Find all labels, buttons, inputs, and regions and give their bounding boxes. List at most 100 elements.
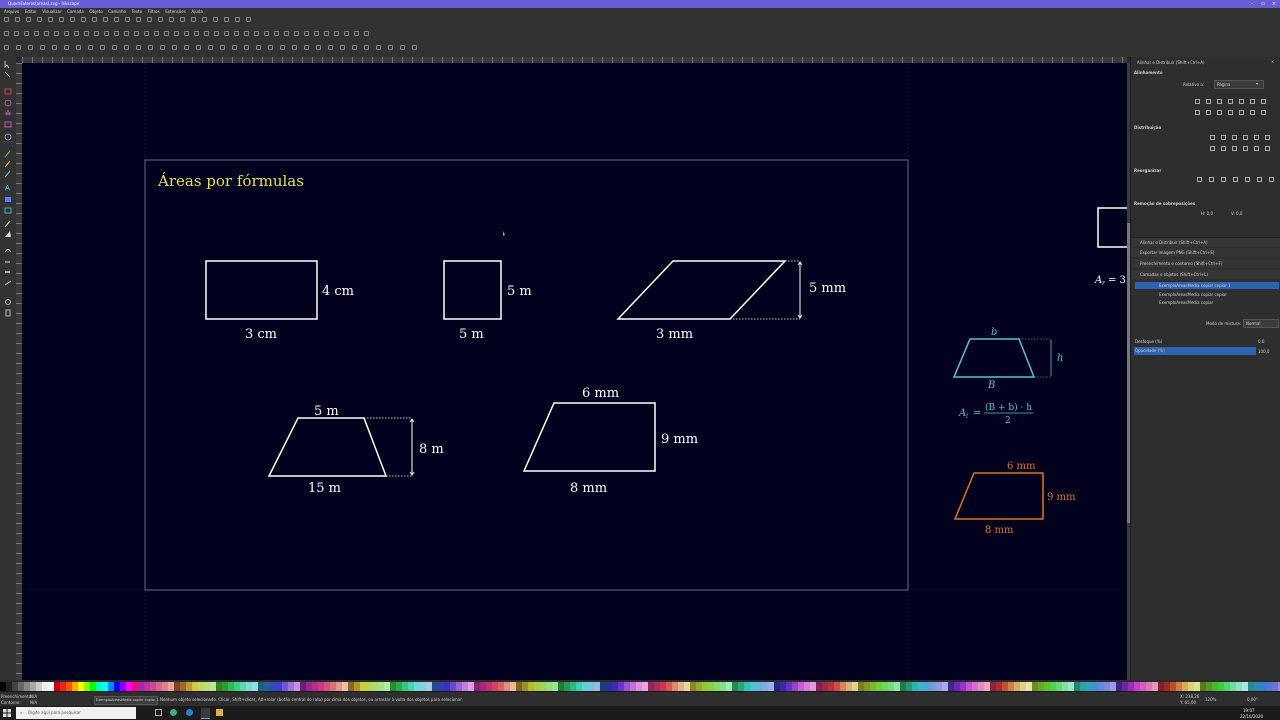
rtrap-bottom-label[interactable]: 8 mm	[570, 481, 607, 496]
align-option-icon[interactable]	[1265, 135, 1270, 140]
layer-row-selected[interactable]: ExemploAreasMedia copiar copiar 1	[1135, 282, 1279, 289]
toolbar-button-icon[interactable]	[316, 45, 321, 50]
palette-swatch[interactable]	[606, 682, 612, 691]
palette-swatch[interactable]	[528, 682, 534, 691]
palette-swatch[interactable]	[672, 682, 678, 691]
toolbar-button-icon[interactable]	[214, 31, 219, 36]
palette-swatch[interactable]	[288, 682, 294, 691]
palette-swatch[interactable]	[114, 682, 120, 691]
palette-swatch[interactable]	[636, 682, 642, 691]
palette-swatch[interactable]	[438, 682, 444, 691]
toolbar-button-icon[interactable]	[74, 31, 79, 36]
palette-swatch[interactable]	[126, 682, 132, 691]
palette-swatch[interactable]	[294, 682, 300, 691]
toolbar-button-icon[interactable]	[15, 17, 20, 22]
palette-swatch[interactable]	[828, 682, 834, 691]
toolbar-button-icon[interactable]	[4, 17, 9, 22]
palette-swatch[interactable]	[1002, 682, 1008, 691]
palette-swatch[interactable]	[954, 682, 960, 691]
palette-swatch[interactable]	[516, 682, 522, 691]
toolbar-button-icon[interactable]	[254, 31, 259, 36]
palette-swatch[interactable]	[372, 682, 378, 691]
palette-swatch[interactable]	[1128, 682, 1134, 691]
toolbar-button-icon[interactable]	[76, 45, 81, 50]
palette-swatch[interactable]	[648, 682, 654, 691]
toolbar-button-icon[interactable]	[28, 45, 33, 50]
toolbar-button-icon[interactable]	[104, 31, 109, 36]
align-option-icon[interactable]	[1261, 110, 1266, 115]
toolbar-button-icon[interactable]	[81, 17, 86, 22]
trap-bottom-label[interactable]: 15 m	[308, 481, 341, 496]
ar-label[interactable]: A	[1094, 275, 1102, 286]
toolbar-button-icon[interactable]	[334, 31, 339, 36]
palette-swatch[interactable]	[630, 682, 636, 691]
align-option-icon[interactable]	[1206, 110, 1211, 115]
palette-swatch[interactable]	[1086, 682, 1092, 691]
palette-swatch[interactable]	[390, 682, 396, 691]
palette-swatch[interactable]	[654, 682, 660, 691]
palette-swatch[interactable]	[264, 682, 270, 691]
dock-tab-layers[interactable]: Camadas e objetos (Shift+Ctrl+L)	[1131, 270, 1280, 279]
palette-swatch[interactable]	[1254, 682, 1260, 691]
palette-swatch[interactable]	[1074, 682, 1080, 691]
toolbar-button-icon[interactable]	[232, 45, 237, 50]
palette-swatch[interactable]	[678, 682, 684, 691]
toolbar-button-icon[interactable]	[59, 17, 64, 22]
cyan-trapezoid-shape[interactable]	[952, 338, 1036, 378]
palette-swatch[interactable]	[504, 682, 510, 691]
palette-swatch[interactable]	[480, 682, 486, 691]
palette-swatch[interactable]	[720, 682, 726, 691]
rtrap-height-label[interactable]: 9 mm	[661, 432, 698, 447]
palette-swatch[interactable]	[78, 682, 84, 691]
palette-swatch[interactable]	[684, 682, 690, 691]
toolbar-button-icon[interactable]	[194, 31, 199, 36]
palette-swatch[interactable]	[1122, 682, 1128, 691]
toolbar-button-icon[interactable]	[264, 31, 269, 36]
palette-swatch[interactable]	[774, 682, 780, 691]
palette-swatch[interactable]	[132, 682, 138, 691]
align-option-icon[interactable]	[1228, 110, 1233, 115]
palette-swatch[interactable]	[834, 682, 840, 691]
toolbar-button-icon[interactable]	[147, 17, 152, 22]
align-option-icon[interactable]	[1250, 99, 1255, 104]
palette-swatch[interactable]	[378, 682, 384, 691]
palette-swatch[interactable]	[744, 682, 750, 691]
align-option-icon[interactable]	[1254, 135, 1259, 140]
palette-swatch[interactable]	[402, 682, 408, 691]
palette-swatch[interactable]	[1098, 682, 1104, 691]
stroke-value[interactable]: N/A	[30, 700, 37, 705]
palette-swatch[interactable]	[942, 682, 948, 691]
palette-swatch[interactable]	[1062, 682, 1068, 691]
palette-swatch[interactable]	[792, 682, 798, 691]
toolbar-button-icon[interactable]	[284, 31, 289, 36]
palette-swatch[interactable]	[312, 682, 318, 691]
palette-swatch[interactable]	[306, 682, 312, 691]
inkscape-taskbar-icon[interactable]	[201, 708, 210, 719]
palette-swatch[interactable]	[726, 682, 732, 691]
palette-swatch[interactable]	[978, 682, 984, 691]
palette-swatch[interactable]	[906, 682, 912, 691]
toolbar-button-icon[interactable]	[274, 31, 279, 36]
toolbar-button-icon[interactable]	[114, 17, 119, 22]
palette-swatch[interactable]	[318, 682, 324, 691]
orange-bottom-label[interactable]: 8 mm	[985, 525, 1014, 536]
palette-swatch[interactable]	[1134, 682, 1140, 691]
toolbar-button-icon[interactable]	[14, 31, 19, 36]
palette-swatch[interactable]	[348, 682, 354, 691]
rect-base-label[interactable]: 3 cm	[245, 327, 277, 342]
toolbar-button-icon[interactable]	[92, 17, 97, 22]
parallelogram-shape[interactable]	[616, 260, 787, 320]
palette-swatch[interactable]	[216, 682, 222, 691]
blend-mode-select[interactable]: Normal	[1243, 319, 1279, 328]
palette-swatch[interactable]	[1080, 682, 1086, 691]
toolbar-button-icon[interactable]	[134, 31, 139, 36]
palette-swatch[interactable]	[960, 682, 966, 691]
align-option-icon[interactable]	[1239, 99, 1244, 104]
toolbar-button-icon[interactable]	[70, 17, 75, 22]
palette-swatch[interactable]	[498, 682, 504, 691]
palette-swatch[interactable]	[1212, 682, 1218, 691]
palette-swatch[interactable]	[186, 682, 192, 691]
palette-swatch[interactable]	[360, 682, 366, 691]
palette-swatch[interactable]	[1014, 682, 1020, 691]
palette-swatch[interactable]	[84, 682, 90, 691]
